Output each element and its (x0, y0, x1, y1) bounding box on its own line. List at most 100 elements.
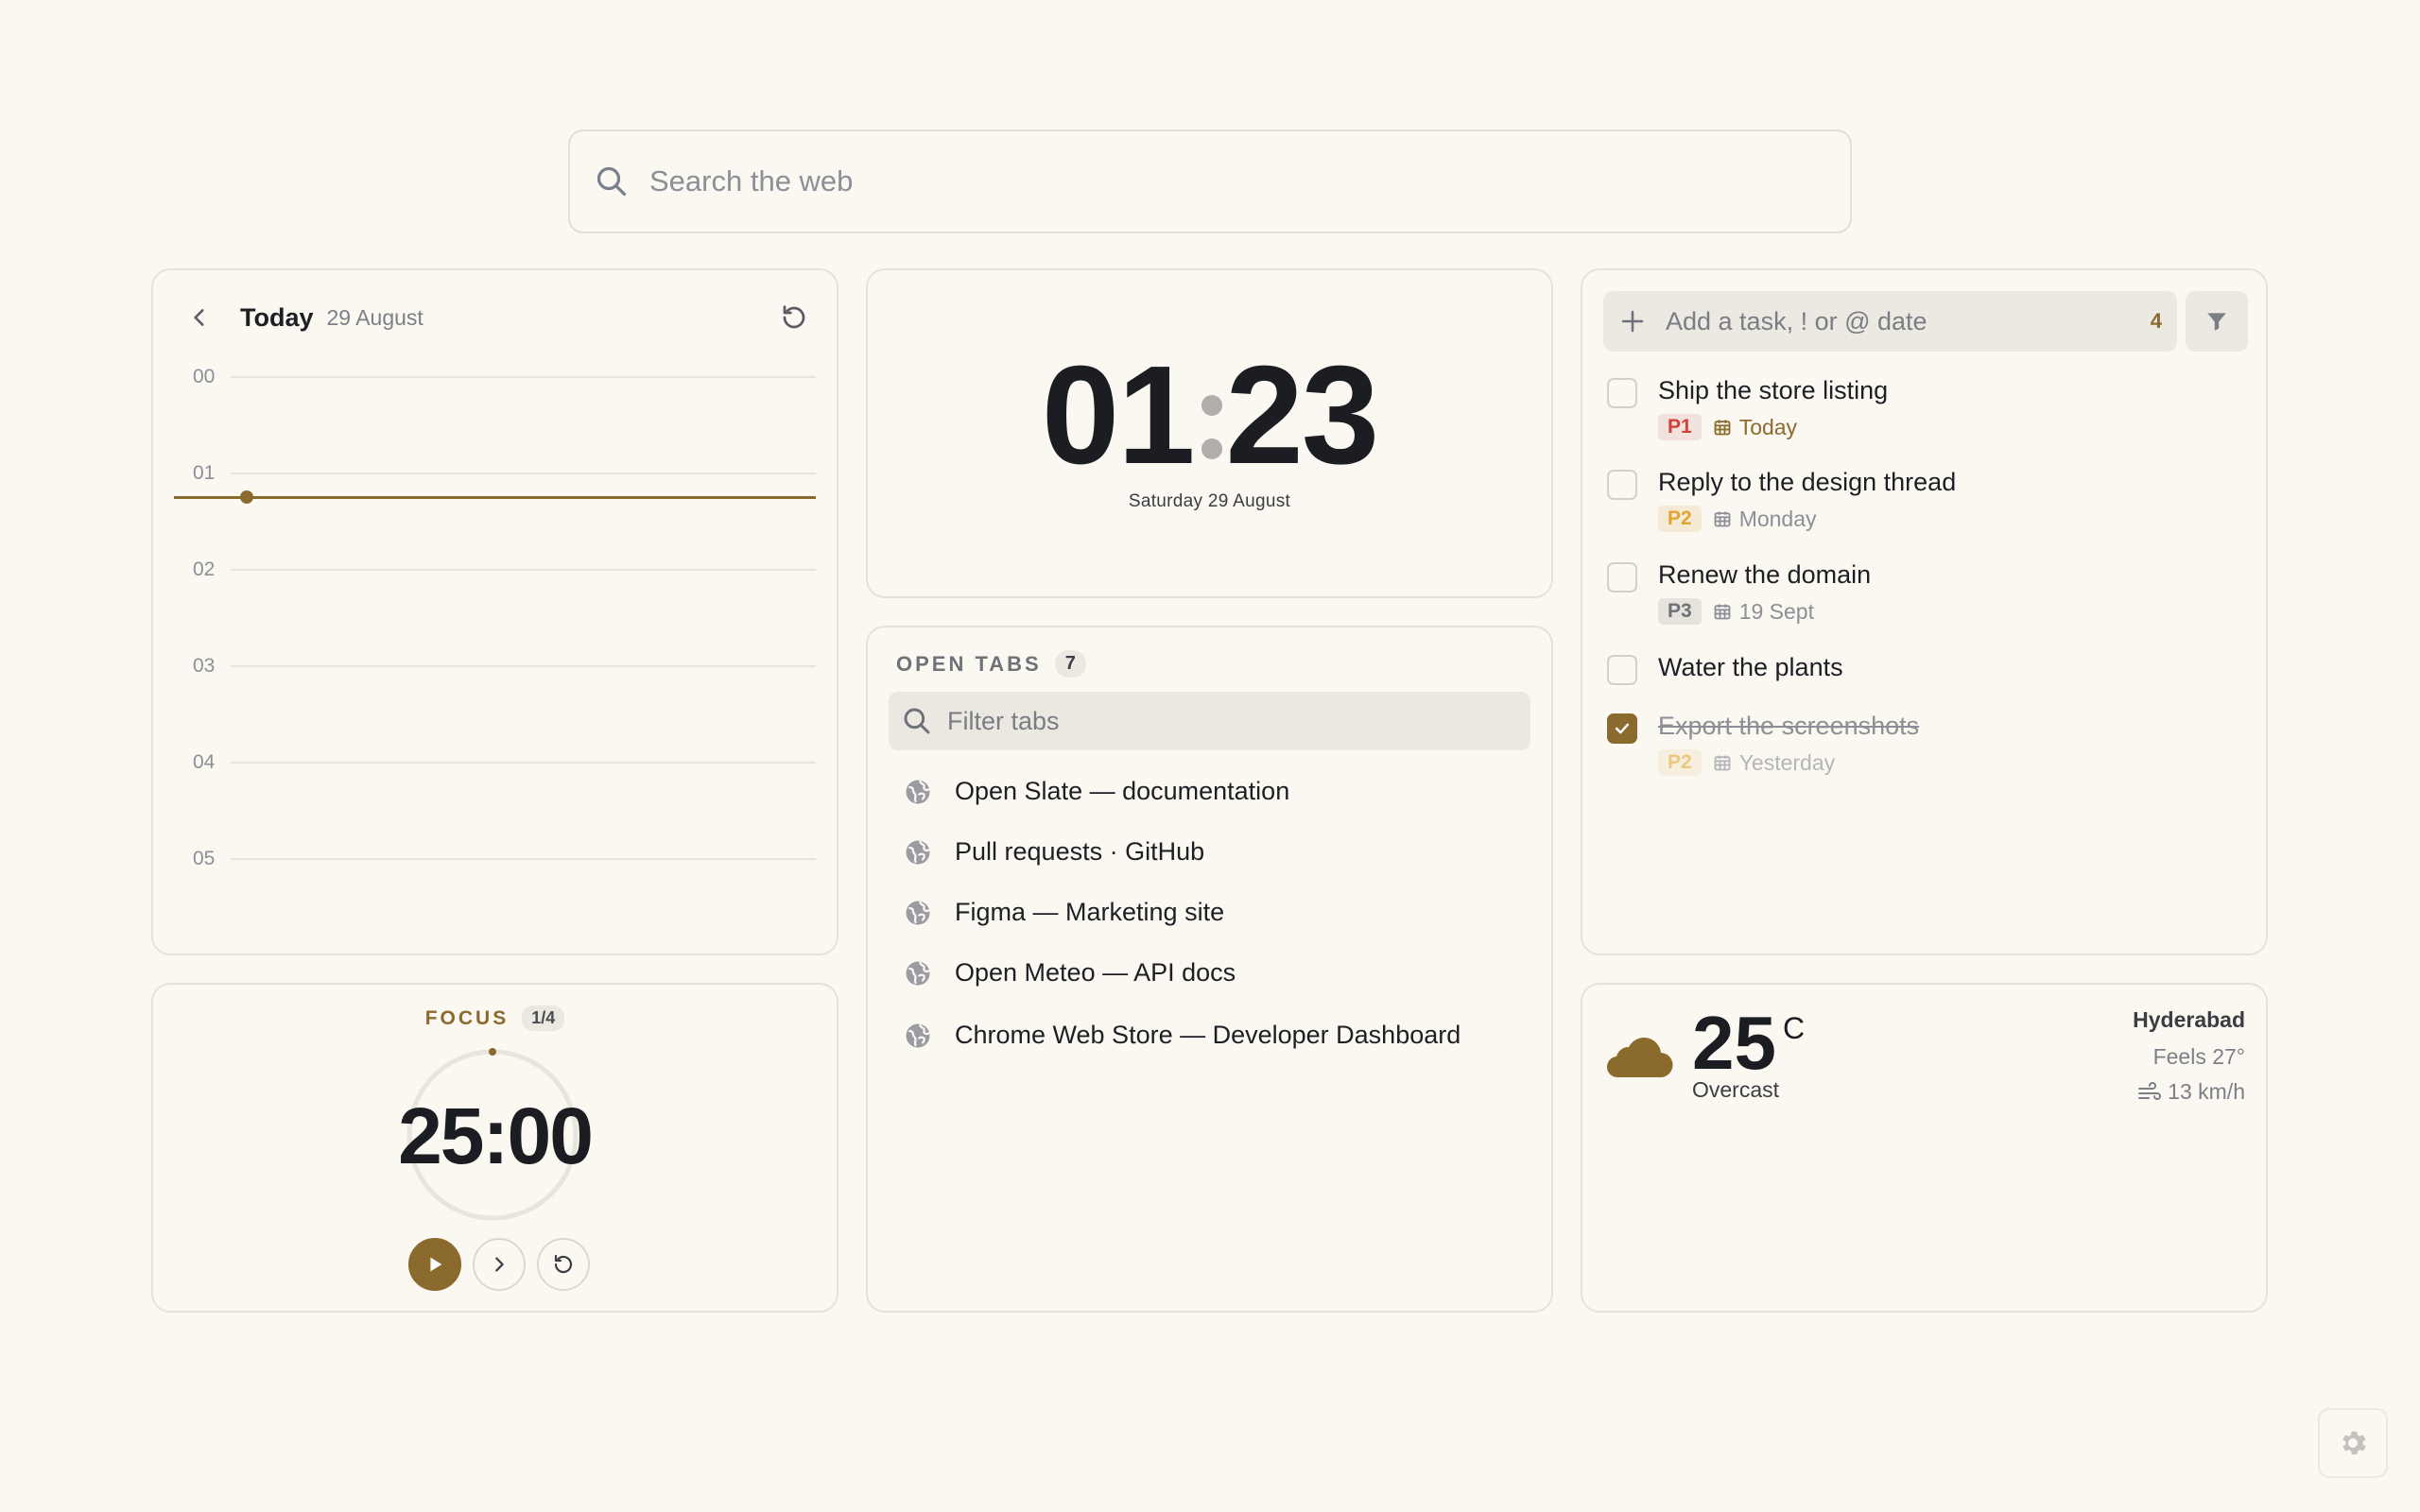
temperature: 25 (1692, 1001, 1776, 1085)
hour-label: 02 (193, 558, 216, 580)
wind-speed-label: 13 km/h (2168, 1079, 2245, 1104)
focus-controls (408, 1238, 590, 1291)
hour-label: 04 (193, 751, 216, 773)
skip-button[interactable] (473, 1238, 526, 1291)
tasks-card: Add a task, ! or @ date 4 Ship the store… (1581, 268, 2268, 955)
calendar-icon (1714, 420, 1731, 436)
priority-badge: P2 (1658, 506, 1702, 532)
task-title[interactable]: Ship the store listing (1658, 376, 1888, 405)
reset-button[interactable] (537, 1238, 590, 1291)
tab-title: Figma — Marketing site (955, 898, 1225, 926)
hour-label: 03 (193, 655, 216, 677)
plus-icon (1621, 310, 1644, 333)
hour-line (231, 762, 816, 764)
play-button[interactable] (408, 1238, 461, 1291)
calendar-card: Today 29 August 00 01 02 03 04 05 (151, 268, 838, 955)
due-date-label: Yesterday (1738, 749, 1836, 775)
checkmark-icon (1615, 723, 1630, 734)
task-title[interactable]: Renew the domain (1658, 560, 1871, 590)
wind-speed: 13 km/h (2133, 1079, 2245, 1105)
reset-icon (554, 1254, 573, 1274)
hour-line (231, 472, 816, 474)
calendar-icon (1714, 755, 1731, 771)
task-title[interactable]: Export the screenshots (1658, 712, 1919, 741)
feels-like: Feels 27° (2152, 1044, 2245, 1069)
task-count: 4 (2150, 309, 2162, 333)
priority-badge: P1 (1658, 414, 1702, 440)
weather-details: Hyderabad Feels 27° 13 km/h (2133, 1007, 2245, 1105)
calendar-header: Today 29 August (187, 299, 808, 336)
temperature-unit: C (1783, 1011, 1806, 1045)
hour-row: 02 (193, 556, 816, 584)
chevron-right-icon (495, 1257, 504, 1272)
current-time-dot (240, 490, 253, 504)
search-icon (596, 166, 627, 197)
tab-title: Pull requests · GitHub (955, 837, 1205, 866)
hour-line (231, 376, 816, 378)
chevron-left-icon[interactable] (187, 305, 212, 330)
search-icon (904, 708, 930, 734)
search-input[interactable] (649, 164, 1784, 198)
tabs-header: OPEN TABS 7 (896, 650, 1086, 678)
current-time-line (174, 496, 816, 499)
task-title[interactable]: Water the plants (1658, 653, 1843, 682)
due-date: 19 Sept (1713, 599, 1814, 625)
tab-item[interactable]: Open Slate — documentation (904, 777, 1289, 806)
focus-time: 25:00 (398, 1091, 594, 1180)
hour-label: 00 (193, 366, 216, 387)
task-meta: P2 Monday (1658, 506, 1817, 532)
priority-badge: P2 (1658, 749, 1702, 776)
filter-tabs-input[interactable] (947, 706, 1514, 736)
clock-hours: 01 (1041, 337, 1196, 493)
hour-row: 05 (193, 845, 816, 873)
tab-title: Open Slate — documentation (955, 777, 1290, 805)
tab-item[interactable]: Open Meteo — API docs (904, 958, 1236, 988)
tab-item[interactable]: Chrome Web Store — Developer Dashboard (904, 1021, 1461, 1050)
gear-icon (2342, 1431, 2366, 1455)
hour-line (231, 569, 816, 571)
task-checkbox[interactable] (1607, 655, 1637, 685)
focus-card: FOCUS 1/4 25:00 (151, 983, 838, 1313)
due-date: Today (1713, 415, 1797, 440)
filter-button[interactable] (2186, 291, 2248, 352)
web-search-bar[interactable] (568, 129, 1852, 233)
weather-card: 25 C Overcast Hyderabad Feels 27° 13 km/… (1581, 983, 2268, 1313)
hour-row: 03 (193, 652, 816, 680)
tab-item[interactable]: Pull requests · GitHub (904, 837, 1204, 867)
filter-icon (2207, 313, 2226, 331)
due-date: Monday (1713, 507, 1817, 532)
task-meta: P3 19 Sept (1658, 598, 1814, 625)
calendar-title: Today (240, 302, 314, 332)
add-task-placeholder: Add a task, ! or @ date (1666, 306, 1927, 335)
clock-time: 01 23 (868, 346, 1551, 486)
hour-line (231, 858, 816, 860)
due-date-label: 19 Sept (1738, 598, 1814, 624)
tab-item[interactable]: Figma — Marketing site (904, 898, 1224, 927)
clock-minutes: 23 (1225, 337, 1380, 493)
settings-button[interactable] (2318, 1408, 2388, 1478)
globe-icon (906, 1023, 930, 1047)
globe-icon (906, 901, 930, 924)
task-meta: P2 Yesterday (1658, 749, 1835, 776)
wind-icon (2138, 1081, 2162, 1100)
filter-tabs-field[interactable] (889, 692, 1530, 750)
task-checkbox[interactable] (1607, 378, 1637, 408)
tab-title: Open Meteo — API docs (955, 958, 1236, 987)
tabs-count: 7 (1054, 650, 1086, 678)
task-title[interactable]: Reply to the design thread (1658, 468, 1956, 497)
task-checkbox[interactable] (1607, 713, 1637, 744)
task-checkbox[interactable] (1607, 562, 1637, 593)
priority-badge: P3 (1658, 598, 1702, 625)
weather-condition: Overcast (1692, 1077, 1780, 1102)
due-date-label: Today (1738, 414, 1798, 439)
task-checkbox[interactable] (1607, 470, 1637, 500)
refresh-icon[interactable] (780, 303, 808, 332)
session-counter: 1/4 (522, 1005, 565, 1031)
due-date-label: Monday (1738, 506, 1817, 531)
add-task-input[interactable]: Add a task, ! or @ date 4 (1603, 291, 2177, 352)
calendar-icon (1714, 604, 1731, 620)
globe-icon (906, 840, 930, 864)
focus-header: FOCUS 1/4 (153, 1005, 837, 1031)
cloud-icon (1606, 1038, 1673, 1078)
globe-icon (906, 961, 930, 985)
